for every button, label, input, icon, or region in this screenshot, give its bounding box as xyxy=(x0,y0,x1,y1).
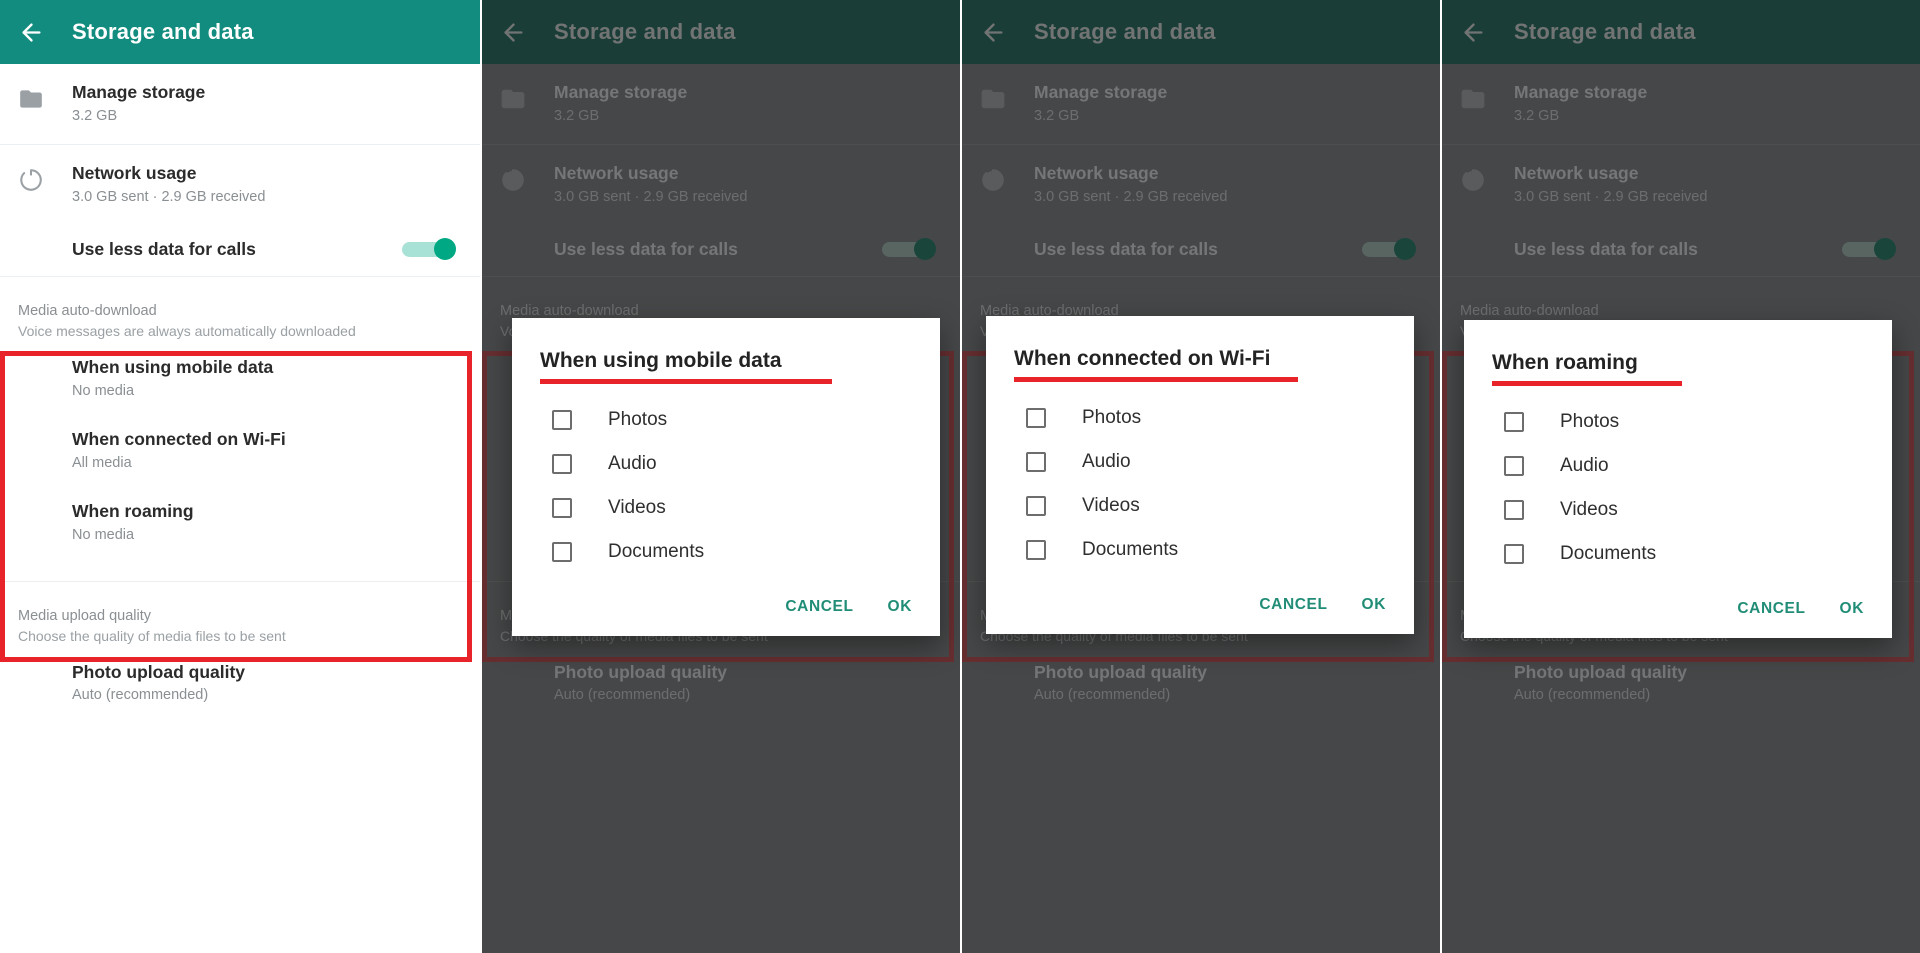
checkbox-icon[interactable] xyxy=(552,454,572,475)
checkbox-row-documents[interactable]: Documents xyxy=(986,528,1414,572)
checkbox-icon[interactable] xyxy=(552,410,572,431)
section-media-upload-quality: Media upload quality Choose the quality … xyxy=(0,592,480,648)
dialog-checkbox-list: Photos Audio Videos Documents xyxy=(512,384,940,580)
checkbox-label: Documents xyxy=(1560,543,1657,565)
media-auto-download-dialog: When using mobile data Photos Audio Vide… xyxy=(512,318,940,637)
checkbox-label: Documents xyxy=(608,541,705,563)
media-auto-download-dialog: When roaming Photos Audio Videos Documen… xyxy=(1464,320,1892,639)
section-spacer xyxy=(0,277,480,288)
checkbox-row-photos[interactable]: Photos xyxy=(1464,400,1892,444)
checkbox-label: Photos xyxy=(608,409,668,431)
list-item-manage-storage[interactable]: Manage storage 3.2 GB xyxy=(0,64,480,144)
data-usage-circle-icon xyxy=(18,163,58,193)
list-item-title: Photo upload quality xyxy=(72,661,246,682)
cancel-button[interactable]: CANCEL xyxy=(1737,600,1805,618)
checkbox-row-photos[interactable]: Photos xyxy=(986,396,1414,440)
app-bar: Storage and data xyxy=(0,0,480,64)
checkbox-icon[interactable] xyxy=(1504,544,1524,565)
ok-button[interactable]: OK xyxy=(888,598,912,616)
checkbox-label: Photos xyxy=(1082,407,1142,429)
ok-button[interactable]: OK xyxy=(1840,600,1864,618)
screenshot-panels: Storage and data Manage storage 3.2 GB N… xyxy=(0,0,1920,953)
section-media-auto-download: Media auto-download Voice messages are a… xyxy=(0,287,480,343)
toggle-thumb xyxy=(434,238,456,261)
checkbox-row-audio[interactable]: Audio xyxy=(1464,444,1892,488)
dialog-title: When using mobile data xyxy=(540,349,782,372)
checkbox-label: Documents xyxy=(1082,539,1179,561)
list-item-when-roaming[interactable]: When roaming No media xyxy=(0,487,480,559)
section-title: Media auto-download xyxy=(18,303,157,320)
checkbox-icon[interactable] xyxy=(1504,456,1524,477)
panel-when-connected-on-wifi-dialog: Storage and data Manage storage 3.2 GB N… xyxy=(960,0,1440,953)
list-item-title: When roaming xyxy=(72,500,194,521)
dialog-title-wrap: When roaming xyxy=(1464,342,1892,387)
checkbox-label: Audio xyxy=(1082,451,1131,473)
dialog-title-wrap: When using mobile data xyxy=(512,340,940,385)
checkbox-row-videos[interactable]: Videos xyxy=(986,484,1414,528)
panel-storage-and-data: Storage and data Manage storage 3.2 GB N… xyxy=(0,0,480,953)
dialog-title-wrap: When connected on Wi-Fi xyxy=(986,338,1414,383)
dialog-title: When roaming xyxy=(1492,351,1638,374)
use-less-data-label: Use less data for calls xyxy=(72,238,256,259)
checkbox-icon[interactable] xyxy=(1026,540,1046,561)
list-item-subtitle: All media xyxy=(72,455,132,472)
checkbox-icon[interactable] xyxy=(1026,452,1046,473)
dialog-checkbox-list: Photos Audio Videos Documents xyxy=(1464,386,1892,582)
checkbox-label: Audio xyxy=(1560,455,1609,477)
checkbox-icon[interactable] xyxy=(552,498,572,519)
section-spacer xyxy=(0,581,480,592)
dialog-checkbox-list: Photos Audio Videos Documents xyxy=(986,382,1414,578)
checkbox-row-photos[interactable]: Photos xyxy=(512,398,940,442)
media-auto-download-dialog: When connected on Wi-Fi Photos Audio Vid… xyxy=(986,316,1414,635)
ok-button[interactable]: OK xyxy=(1362,596,1386,614)
list-item-use-less-data[interactable]: Use less data for calls xyxy=(0,224,480,276)
list-item-subtitle: Auto (recommended) xyxy=(72,687,209,704)
page-title: Storage and data xyxy=(72,19,254,44)
cancel-button[interactable]: CANCEL xyxy=(785,598,853,616)
checkbox-icon[interactable] xyxy=(1026,408,1046,429)
checkbox-row-videos[interactable]: Videos xyxy=(512,486,940,530)
checkbox-row-documents[interactable]: Documents xyxy=(512,530,940,574)
folder-icon xyxy=(18,82,58,112)
list-item-photo-upload-quality[interactable]: Photo upload quality Auto (recommended) xyxy=(0,648,480,720)
panel-when-roaming-dialog: Storage and data Manage storage 3.2 GB N… xyxy=(1440,0,1920,953)
arrow-left-icon[interactable] xyxy=(16,17,46,47)
checkbox-icon[interactable] xyxy=(552,542,572,563)
checkbox-label: Videos xyxy=(1082,495,1140,517)
dialog-actions: CANCEL OK xyxy=(1464,582,1892,628)
use-less-data-toggle[interactable] xyxy=(402,238,456,261)
list-item-when-using-mobile-data[interactable]: When using mobile data No media xyxy=(0,343,480,415)
dialog-actions: CANCEL OK xyxy=(512,580,940,626)
checkbox-icon[interactable] xyxy=(1026,496,1046,517)
section-subtitle: Voice messages are always automatically … xyxy=(18,323,356,340)
checkbox-row-videos[interactable]: Videos xyxy=(1464,488,1892,532)
list-item-title: Network usage xyxy=(72,162,197,183)
list-item-subtitle: No media xyxy=(72,526,135,543)
settings-list: Manage storage 3.2 GB Network usage 3.0 … xyxy=(0,64,480,953)
list-item-network-usage[interactable]: Network usage 3.0 GB sent · 2.9 GB recei… xyxy=(0,145,480,225)
section-subtitle: Choose the quality of media files to be … xyxy=(18,627,286,644)
checkbox-label: Photos xyxy=(1560,411,1620,433)
list-item-title: When connected on Wi-Fi xyxy=(72,429,286,450)
checkbox-label: Audio xyxy=(608,453,657,475)
checkbox-icon[interactable] xyxy=(1504,500,1524,521)
checkbox-row-audio[interactable]: Audio xyxy=(986,440,1414,484)
dialog-actions: CANCEL OK xyxy=(986,578,1414,624)
checkbox-label: Videos xyxy=(608,497,666,519)
list-item-subtitle: 3.2 GB xyxy=(72,107,118,124)
list-item-title: When using mobile data xyxy=(72,357,274,378)
checkbox-icon[interactable] xyxy=(1504,412,1524,433)
checkbox-row-documents[interactable]: Documents xyxy=(1464,532,1892,576)
checkbox-label: Videos xyxy=(1560,499,1618,521)
panel-when-using-mobile-data-dialog: Storage and data Manage storage 3.2 GB N… xyxy=(480,0,960,953)
list-item-when-connected-on-wifi[interactable]: When connected on Wi-Fi All media xyxy=(0,415,480,487)
list-item-subtitle: 3.0 GB sent · 2.9 GB received xyxy=(72,188,266,205)
list-item-subtitle: No media xyxy=(72,383,135,400)
dialog-title: When connected on Wi-Fi xyxy=(1014,347,1271,370)
checkbox-row-audio[interactable]: Audio xyxy=(512,442,940,486)
section-title: Media upload quality xyxy=(18,607,152,624)
list-item-title: Manage storage xyxy=(72,82,206,102)
cancel-button[interactable]: CANCEL xyxy=(1259,596,1327,614)
